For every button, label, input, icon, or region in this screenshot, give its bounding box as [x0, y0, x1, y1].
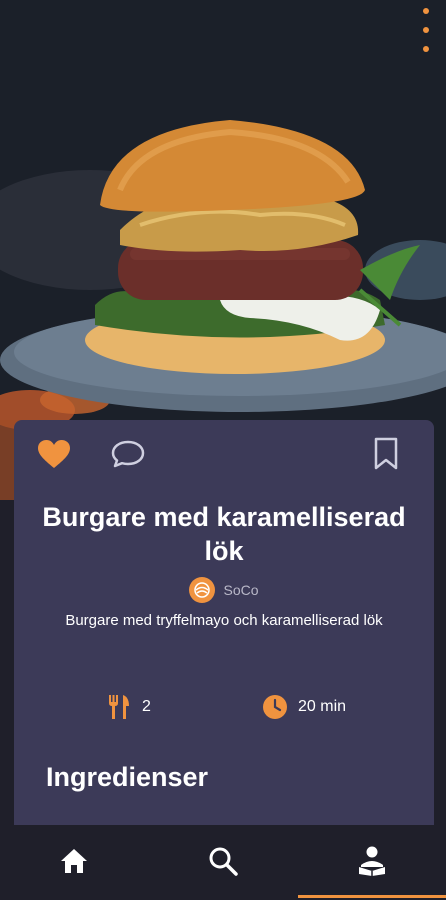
heart-icon [38, 440, 70, 468]
home-icon [61, 849, 87, 873]
recipe-description: Burgare med tryffelmayo och karamelliser… [65, 612, 383, 629]
active-tab-indicator [298, 895, 446, 898]
author-name: SoCo [223, 582, 259, 598]
nav-search[interactable] [149, 825, 297, 897]
like-button[interactable] [32, 432, 76, 476]
author-row[interactable]: SoCo [14, 576, 434, 604]
bookmark-button[interactable] [364, 432, 408, 476]
comment-icon [111, 440, 145, 468]
clock-icon [263, 695, 287, 719]
bookmark-icon [374, 437, 398, 470]
cutlery-icon [109, 695, 129, 719]
kebab-menu-icon [423, 8, 429, 14]
author-logo-icon [189, 577, 216, 603]
reader-icon [359, 846, 385, 876]
recipe-title: Burgare med karamelliserad lök [42, 502, 406, 566]
servings-info: 2 [106, 692, 151, 722]
bottom-navigation [0, 825, 446, 900]
recipe-card: Burgare med karamelliserad lök SoCo Burg… [14, 420, 434, 850]
servings-count: 2 [142, 698, 151, 715]
nav-home[interactable] [0, 825, 148, 897]
action-row [14, 432, 434, 476]
comment-button[interactable] [106, 432, 150, 476]
nav-profile[interactable] [298, 825, 446, 897]
more-options-menu[interactable] [418, 8, 434, 52]
search-icon [209, 847, 238, 876]
cooking-time: 20 min [298, 698, 347, 715]
ingredients-heading: Ingredienser [46, 762, 209, 792]
time-info: 20 min [262, 692, 346, 722]
